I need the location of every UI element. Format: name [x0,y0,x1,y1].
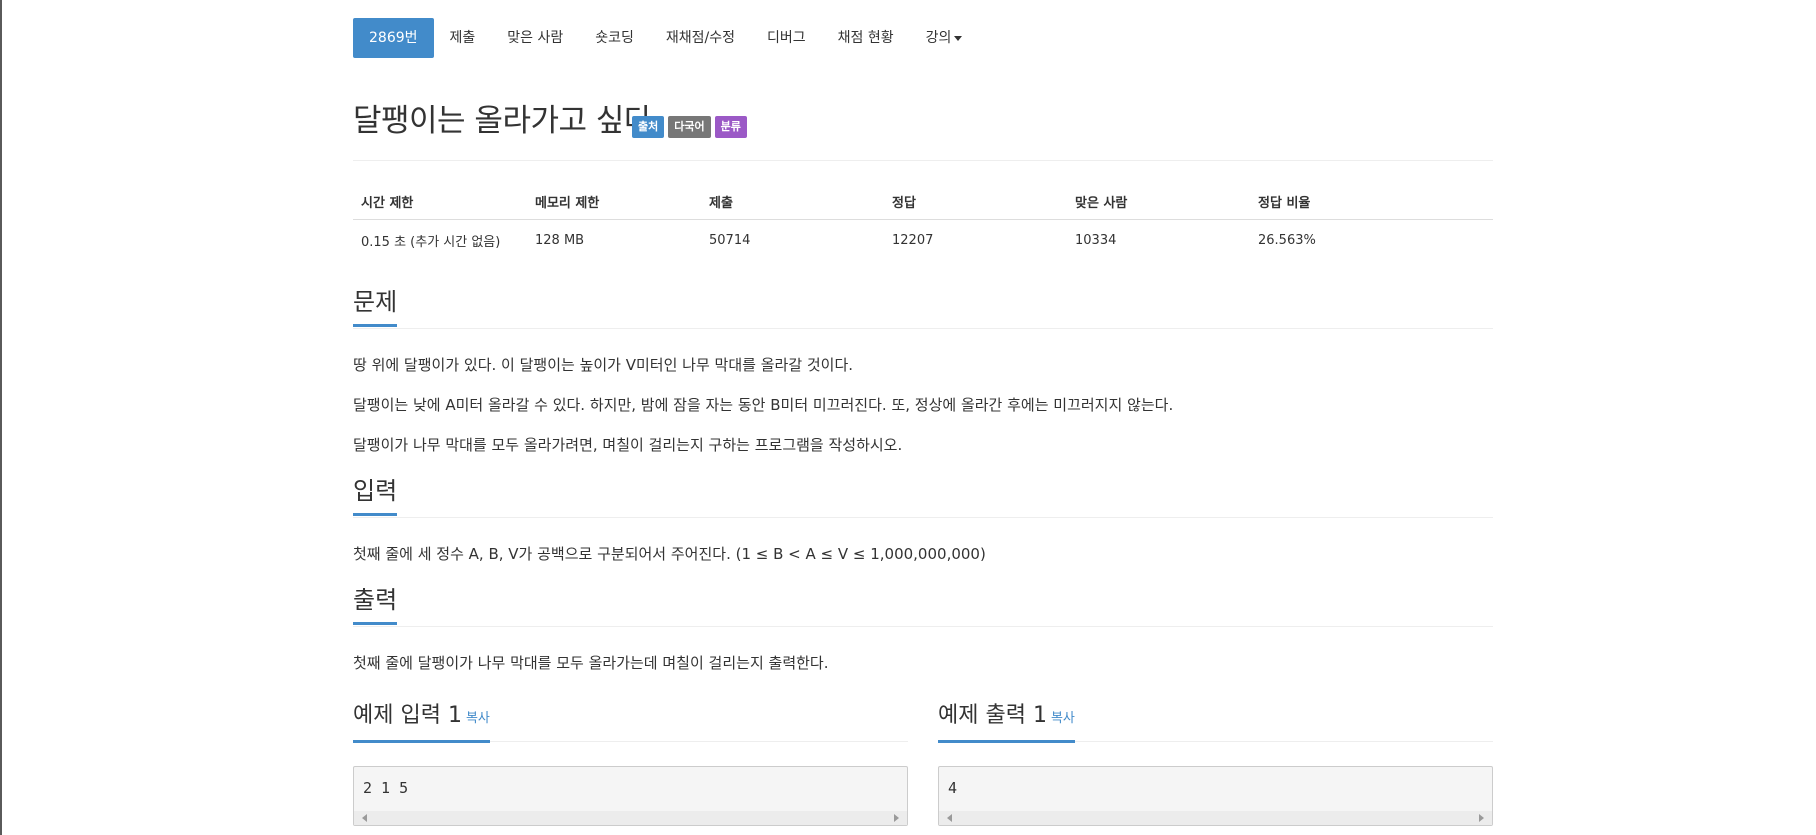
horizontal-scrollbar[interactable] [939,811,1492,825]
tab-lecture-dropdown[interactable]: 강의 [910,18,979,58]
input-paragraph: 첫째 줄에 세 정수 A, B, V가 공백으로 구분되어서 주어진다. (1 … [353,545,986,563]
horizontal-scrollbar[interactable] [354,811,907,825]
problem-paragraph: 달팽이는 낮에 A미터 올라갈 수 있다. 하지만, 밤에 잠을 자는 동안 B… [353,396,1174,414]
header-submissions: 제출 [701,181,884,220]
problem-section-title: 문제 [353,284,398,327]
examples-row: 예제 입력 1 복사 2 1 5 예제 출력 1 복사 4 [353,699,1493,826]
value-accept-ratio: 26.563% [1258,233,1316,248]
info-value-row: 0.15 초 (추가 시간 없음) 128 MB 50714 12207 103… [353,220,1493,259]
scroll-right-icon[interactable] [894,814,899,822]
sample-input-heading: 예제 입력 1 복사 [353,699,908,743]
category-label[interactable]: 분류 [714,116,747,138]
copy-sample-output-button[interactable]: 복사 [1051,711,1075,726]
sample-input-title: 예제 입력 1 [353,703,462,728]
header-accept-ratio: 정답 비율 [1250,181,1493,220]
sample-input-content: 2 1 5 [363,779,409,797]
sample-output-box[interactable]: 4 [938,766,1493,826]
value-memory-limit: 128 MB [535,233,585,248]
header-time-limit: 시간 제한 [353,181,527,220]
tab-lecture-label: 강의 [925,30,952,46]
scroll-left-icon[interactable] [362,814,367,822]
input-section: 입력 첫째 줄에 세 정수 A, B, V가 공백으로 구분되어서 주어진다. … [353,473,1493,564]
scroll-left-icon[interactable] [947,814,952,822]
sample-input-title-wrap: 예제 입력 1 복사 [353,699,490,743]
header-memory-limit: 메모리 제한 [527,181,701,220]
sample-input-block: 예제 입력 1 복사 2 1 5 [353,699,908,826]
info-header-row: 시간 제한 메모리 제한 제출 정답 맞은 사람 정답 비율 [353,181,1493,220]
header-accepted: 정답 [884,181,1067,220]
problem-title: 달팽이는 올라가고 싶다 [353,103,652,139]
output-section-title: 출력 [353,582,398,625]
section-heading: 입력 [353,473,1493,518]
problem-labels: 출처 다국어 분류 [632,116,747,138]
tab-short-coding[interactable]: 숏코딩 [579,18,650,58]
sample-output-content: 4 [948,779,958,797]
value-solved-users: 10334 [1075,233,1117,248]
problem-page: 2869번 제출 맞은 사람 숏코딩 재채점/수정 디버그 채점 현황 강의 달… [353,0,1493,826]
output-paragraph: 첫째 줄에 달팽이가 나무 막대를 모두 올라가는데 며칠이 걸리는지 출력한다… [353,654,829,672]
sample-output-title-wrap: 예제 출력 1 복사 [938,699,1075,743]
tab-rejudge[interactable]: 재채점/수정 [650,18,751,58]
caret-down-icon [954,35,963,41]
problem-description-section: 문제 땅 위에 달팽이가 있다. 이 달팽이는 높이가 V미터인 나무 막대를 … [353,284,1493,455]
multilingual-label[interactable]: 다국어 [668,116,711,138]
problem-header: 달팽이는 올라가고 싶다 출처 다국어 분류 [353,102,1493,161]
sample-input-box[interactable]: 2 1 5 [353,766,908,826]
sample-output-heading: 예제 출력 1 복사 [938,699,1493,743]
tab-status[interactable]: 채점 현황 [822,18,910,58]
problem-nav-tabs: 2869번 제출 맞은 사람 숏코딩 재채점/수정 디버그 채점 현황 강의 [353,12,1493,64]
tab-problem[interactable]: 2869번 [353,18,434,58]
value-accepted: 12207 [892,233,934,248]
tab-submit[interactable]: 제출 [434,18,492,58]
header-solved-users: 맞은 사람 [1067,181,1250,220]
value-submissions: 50714 [709,233,751,248]
problem-paragraph: 땅 위에 달팽이가 있다. 이 달팽이는 높이가 V미터인 나무 막대를 올라갈… [353,356,854,374]
copy-sample-input-button[interactable]: 복사 [466,711,490,726]
problem-paragraph: 달팽이가 나무 막대를 모두 올라가려면, 며칠이 걸리는지 구하는 프로그램을… [353,436,903,454]
sample-output-block: 예제 출력 1 복사 4 [938,699,1493,826]
value-time-limit: 0.15 초 (추가 시간 없음) [361,235,501,250]
source-label[interactable]: 출처 [632,116,665,138]
scroll-right-icon[interactable] [1479,814,1484,822]
input-section-title: 입력 [353,473,398,516]
section-heading: 문제 [353,284,1493,329]
sample-output-title: 예제 출력 1 [938,703,1047,728]
output-section: 출력 첫째 줄에 달팽이가 나무 막대를 모두 올라가는데 며칠이 걸리는지 출… [353,582,1493,673]
tab-solved-users[interactable]: 맞은 사람 [491,18,579,58]
window-left-border [0,0,2,835]
problem-info-table: 시간 제한 메모리 제한 제출 정답 맞은 사람 정답 비율 0.15 초 (추… [353,181,1493,258]
section-heading: 출력 [353,582,1493,627]
tab-debug[interactable]: 디버그 [751,18,822,58]
